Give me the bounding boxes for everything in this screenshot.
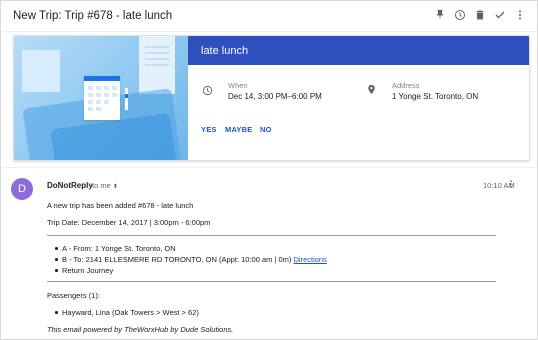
avatar[interactable]: D	[11, 178, 33, 200]
separator	[47, 235, 496, 236]
check-icon[interactable]	[493, 8, 507, 22]
clock-icon	[202, 85, 213, 96]
recipient-label: to me	[92, 181, 111, 190]
event-card: late lunch When Dec 14, 3:00 PM–6:00 PM …	[13, 35, 530, 161]
when-value: Dec 14, 3:00 PM–6:00 PM	[228, 92, 322, 101]
email-subject: New Trip: Trip #678 - late lunch	[13, 10, 173, 22]
more-vert-icon[interactable]	[506, 179, 516, 189]
separator	[47, 281, 496, 282]
location-pin-icon	[366, 84, 377, 95]
header-actions	[433, 8, 527, 22]
pen-icon	[125, 88, 128, 110]
calendar-icon	[84, 76, 120, 120]
list-item: Hayward, Lina (Oak Towers > West > 62)	[55, 308, 199, 317]
pin-icon[interactable]	[433, 8, 447, 22]
message-intro: A new trip has been added #678 - late lu…	[47, 201, 194, 210]
leg-b-text: B - To: 2141 ELLESMERE RD TORONTO, ON (A…	[62, 255, 292, 264]
email-header: New Trip: Trip #678 - late lunch	[1, 1, 537, 32]
event-title: late lunch	[201, 45, 249, 57]
address-value: 1 Yonge St. Toronto, ON	[392, 92, 479, 101]
directions-link[interactable]: Directions	[294, 255, 327, 264]
event-illustration	[14, 36, 188, 160]
email-view: New Trip: Trip #678 - late lunch late lu…	[0, 0, 538, 340]
sender-name[interactable]: DoNotReply	[47, 181, 93, 190]
address-label: Address	[392, 81, 420, 90]
more-vert-icon[interactable]	[513, 8, 527, 22]
chevron-down-icon[interactable]: ⬍	[113, 184, 118, 190]
trip-date: Trip Date: December 14, 2017 | 3:00pm - …	[47, 218, 211, 227]
event-banner: late lunch	[188, 36, 529, 65]
list-item: A - From: 1 Yonge St. Toronto, ON	[55, 244, 176, 253]
rsvp-maybe-button[interactable]: MAYBE	[225, 125, 252, 134]
recipient-details[interactable]: to me ⬍	[92, 181, 118, 190]
list-item: Return Journey	[54, 266, 114, 275]
message-actions	[506, 179, 516, 189]
rsvp-no-button[interactable]: NO	[260, 125, 272, 134]
trash-icon[interactable]	[473, 8, 487, 22]
clock-icon[interactable]	[453, 8, 467, 22]
divider	[1, 167, 537, 168]
list-item: B - To: 2141 ELLESMERE RD TORONTO, ON (A…	[55, 255, 327, 264]
when-label: When	[228, 81, 248, 90]
passengers-heading: Passengers (1):	[47, 291, 100, 300]
rsvp-yes-button[interactable]: YES	[201, 125, 217, 134]
email-footer: This email powered by TheWorxHub by Dude…	[47, 325, 234, 334]
